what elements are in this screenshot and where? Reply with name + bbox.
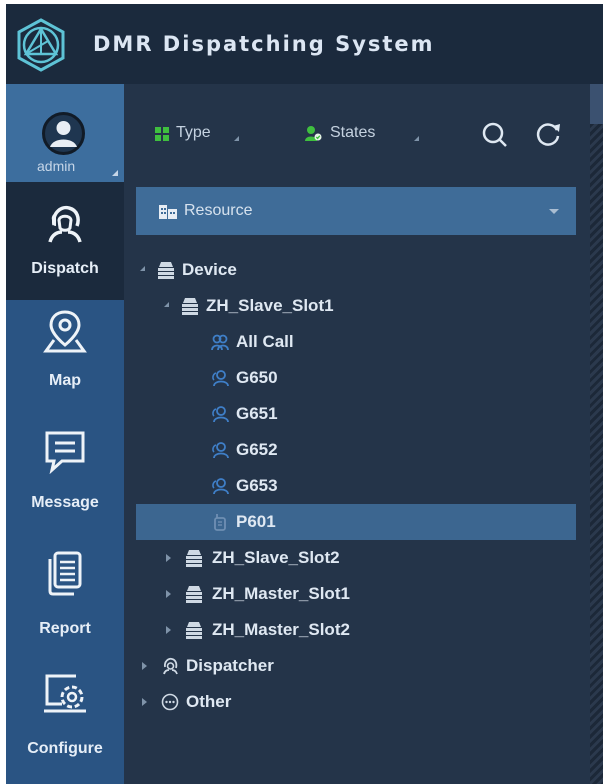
tree-node-g652[interactable]: G652 — [124, 432, 590, 468]
tree-label: Other — [186, 692, 232, 711]
device-icon — [186, 586, 202, 603]
expand-arrow-icon[interactable] — [142, 698, 147, 706]
toolbar: Type States — [124, 84, 590, 182]
device-icon — [182, 298, 198, 315]
states-filter-caret — [414, 136, 419, 141]
building-icon — [159, 205, 177, 219]
grid-icon — [155, 127, 169, 141]
nav-item-configure[interactable]: Configure — [6, 654, 124, 772]
expand-arrow-icon[interactable] — [166, 590, 171, 598]
tree-label: ZH_Slave_Slot2 — [212, 548, 340, 567]
nav-label-message: Message — [31, 494, 99, 511]
app-title: DMR Dispatching System — [93, 32, 435, 56]
tree-label: ZH_Slave_Slot1 — [206, 296, 334, 315]
scrollbar-thumb[interactable] — [590, 84, 603, 124]
nav-label-dispatch: Dispatch — [31, 260, 99, 277]
user-status-icon — [305, 126, 322, 141]
tree-label: G650 — [236, 368, 278, 387]
tree-node-other[interactable]: Other — [124, 684, 590, 720]
dispatcher-icon — [163, 657, 178, 675]
group-icon — [212, 370, 229, 387]
device-icon — [186, 622, 202, 639]
tree-node-zh-slave-slot1[interactable]: ZH_Slave_Slot1 — [124, 288, 590, 324]
search-icon[interactable] — [480, 120, 510, 150]
nav-item-dispatch[interactable]: Dispatch — [6, 182, 124, 300]
resource-dropdown[interactable]: Resource — [136, 187, 576, 235]
device-icon — [158, 262, 174, 279]
tree-node-g650[interactable]: G650 — [124, 360, 590, 396]
scrollbar[interactable] — [590, 84, 603, 784]
all-call-icon — [211, 334, 229, 351]
logo-icon — [17, 18, 65, 72]
scrollbar-track — [590, 124, 603, 784]
type-filter-caret — [234, 136, 239, 141]
left-nav: admin Dispatch Map Message Report Config… — [6, 84, 124, 784]
tree-node-g653[interactable]: G653 — [124, 468, 590, 504]
resource-panel: Type States Resource Device ZH_Slave_Slo… — [124, 84, 590, 784]
tree-node-zh-master-slot1[interactable]: ZH_Master_Slot1 — [124, 576, 590, 612]
nav-label-configure: Configure — [27, 740, 103, 757]
tree-node-g651[interactable]: G651 — [124, 396, 590, 432]
tree-label: P601 — [236, 512, 276, 531]
expand-arrow-icon[interactable] — [166, 626, 171, 634]
nav-label-report: Report — [39, 620, 91, 637]
nav-item-report[interactable]: Report — [6, 536, 124, 654]
group-icon — [212, 442, 229, 459]
tree-node-zh-slave-slot2[interactable]: ZH_Slave_Slot2 — [124, 540, 590, 576]
other-icon — [161, 693, 179, 711]
header: DMR Dispatching System — [6, 4, 603, 84]
report-icon — [48, 551, 82, 596]
user-dropdown-caret — [112, 170, 118, 176]
tree-label: Device — [182, 260, 237, 279]
configure-icon — [44, 674, 86, 713]
tree-node-all-call[interactable]: All Call — [124, 324, 590, 360]
group-icon — [212, 478, 229, 495]
avatar-icon — [42, 112, 85, 155]
tree-label: G653 — [236, 476, 278, 495]
expand-arrow-icon[interactable] — [166, 554, 171, 562]
username-label: admin — [37, 158, 76, 174]
nav-item-map[interactable]: Map — [6, 300, 124, 418]
tree-label: G652 — [236, 440, 278, 459]
tree-label: All Call — [236, 332, 294, 351]
nav-label-map: Map — [49, 372, 81, 389]
tree-label: Dispatcher — [186, 656, 274, 675]
tree-node-zh-master-slot2[interactable]: ZH_Master_Slot2 — [124, 612, 590, 648]
group-icon — [212, 406, 229, 423]
dispatch-icon — [48, 205, 82, 243]
type-filter-label: Type — [176, 124, 211, 141]
device-icon — [186, 550, 202, 567]
user-menu[interactable]: admin — [6, 84, 124, 182]
tree-label: ZH_Master_Slot1 — [212, 584, 350, 603]
refresh-icon[interactable] — [534, 120, 562, 148]
resource-label: Resource — [184, 202, 253, 219]
tree-label: ZH_Master_Slot2 — [212, 620, 350, 639]
states-filter-label: States — [330, 124, 376, 141]
chevron-down-icon — [549, 209, 559, 214]
map-pin-icon — [43, 310, 87, 353]
tree-label: G651 — [236, 404, 278, 423]
app-window: DMR Dispatching System admin Dispatch Ma… — [6, 4, 603, 784]
expand-arrow-icon[interactable] — [140, 266, 145, 271]
radio-icon — [214, 514, 226, 531]
message-icon — [45, 431, 85, 474]
tree-node-p601[interactable]: P601 — [136, 504, 576, 540]
expand-arrow-icon[interactable] — [142, 662, 147, 670]
tree-node-dispatcher[interactable]: Dispatcher — [124, 648, 590, 684]
nav-item-message[interactable]: Message — [6, 418, 124, 536]
expand-arrow-icon[interactable] — [164, 302, 169, 307]
tree-node-device[interactable]: Device — [124, 252, 590, 288]
